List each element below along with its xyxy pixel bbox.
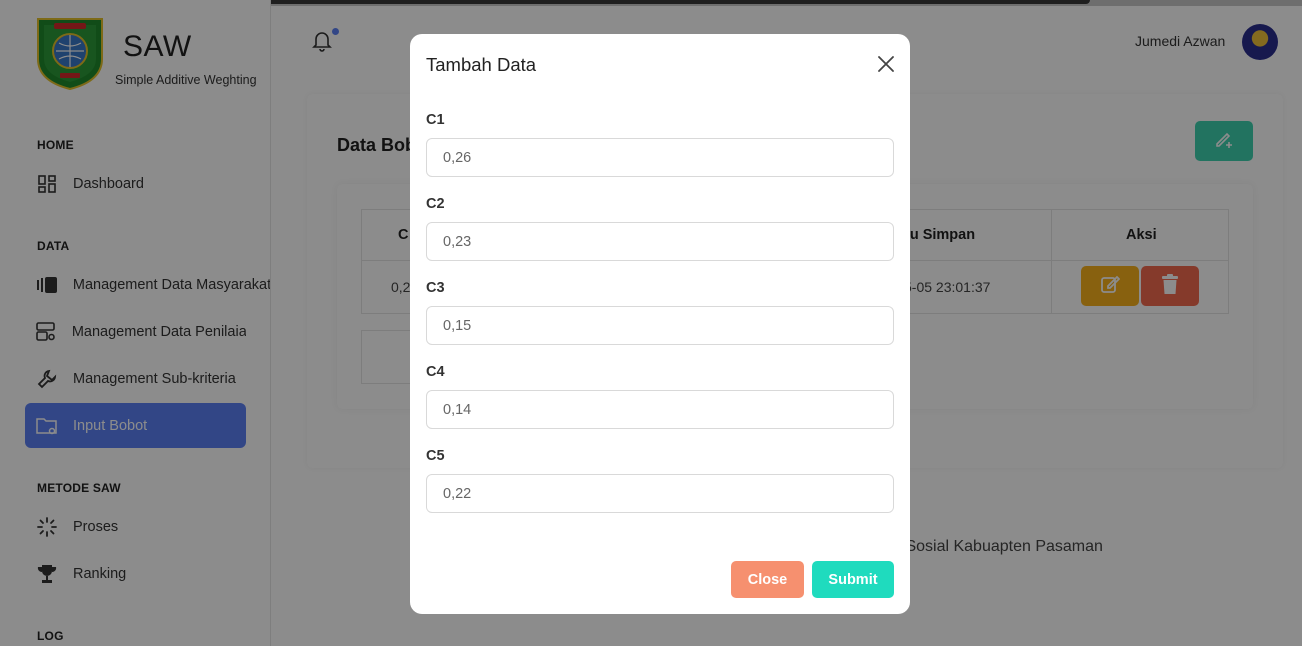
- c4-label: C4: [426, 364, 445, 380]
- c2-label: C2: [426, 196, 445, 212]
- c4-input[interactable]: [426, 390, 894, 429]
- submit-button[interactable]: Submit: [812, 561, 894, 598]
- close-icon[interactable]: [876, 54, 896, 74]
- c2-input[interactable]: [426, 222, 894, 261]
- tambah-data-modal: Tambah Data C1 C2 C3 C4 C5 Close Submit: [410, 34, 910, 614]
- modal-title: Tambah Data: [426, 54, 537, 75]
- c3-input[interactable]: [426, 306, 894, 345]
- c1-input[interactable]: [426, 138, 894, 177]
- close-button[interactable]: Close: [731, 561, 804, 598]
- c3-label: C3: [426, 280, 445, 296]
- c1-label: C1: [426, 112, 445, 128]
- c5-input[interactable]: [426, 474, 894, 513]
- c5-label: C5: [426, 448, 445, 464]
